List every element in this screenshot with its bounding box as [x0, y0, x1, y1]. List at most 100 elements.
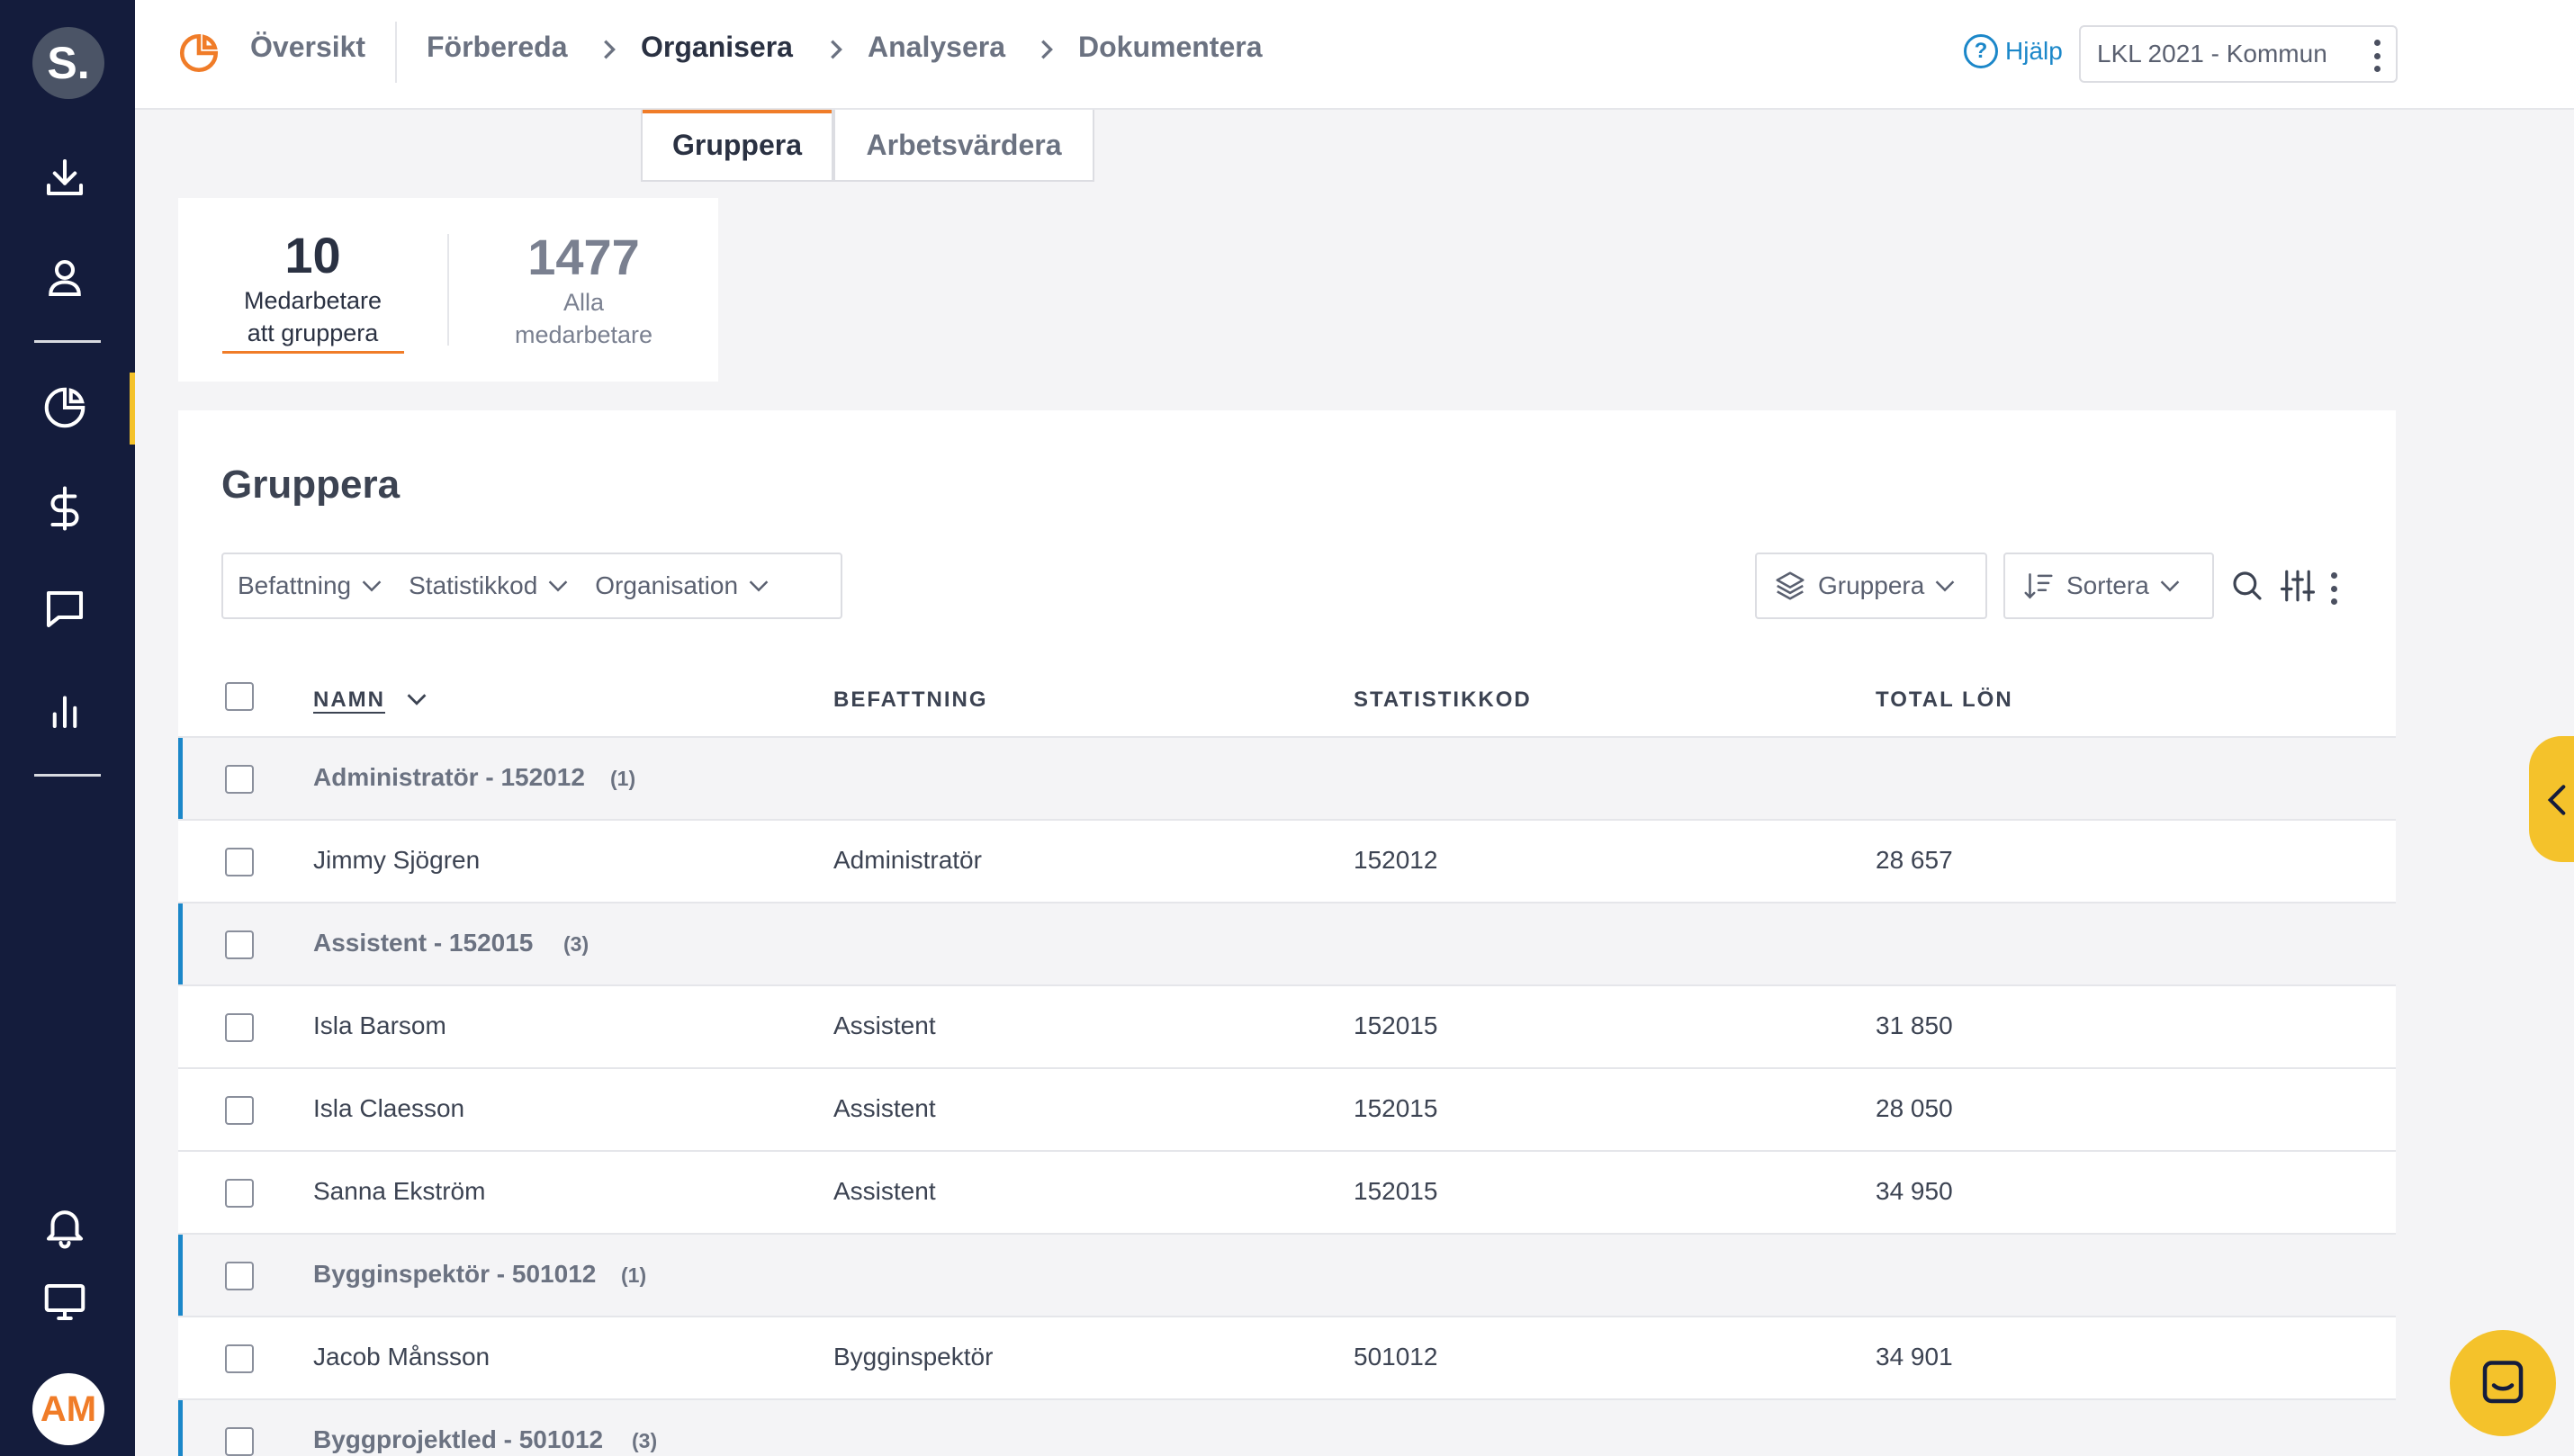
nav-analysera[interactable]: Analysera — [868, 31, 1005, 64]
row-checkbox[interactable] — [225, 848, 254, 876]
row-checkbox[interactable] — [225, 1344, 254, 1373]
group-count: (1) — [610, 767, 636, 790]
bell-icon[interactable] — [40, 1202, 89, 1251]
group-row[interactable]: Byggprojektled - 501012 (3) — [178, 1398, 2396, 1456]
table-header: NAMN BEFATTNING STATISTIKKOD TOTAL LÖN — [178, 664, 2396, 736]
cell-statistikkod: 501012 — [1354, 1343, 1438, 1371]
table-row[interactable]: Jimmy Sjögren Administratör 152012 28 65… — [178, 819, 2396, 902]
group-label: Assistent - 152015 — [313, 929, 534, 957]
search-icon[interactable] — [2228, 567, 2266, 605]
stat-to-group[interactable]: 10 Medarbetare att gruppera — [178, 198, 447, 382]
chevron-right-icon — [831, 40, 842, 59]
nav-dokumentera[interactable]: Dokumentera — [1078, 31, 1263, 64]
dataset-selector[interactable]: LKL 2021 - Kommun — [2079, 25, 2398, 83]
group-count: (1) — [621, 1263, 647, 1287]
table-row[interactable]: Sanna Ekström Assistent 152015 34 950 — [178, 1150, 2396, 1233]
cell-name: Sanna Ekström — [313, 1177, 486, 1205]
side-panel-toggle[interactable] — [2529, 736, 2574, 862]
nav-oversikt[interactable]: Översikt — [250, 31, 365, 64]
nav-forbereda[interactable]: Förbereda — [427, 31, 567, 64]
cell-total-lon: 28 657 — [1876, 846, 1953, 874]
filter-label: Befattning — [238, 571, 352, 599]
cell-befattning: Assistent — [833, 1094, 936, 1122]
chevron-down-icon[interactable] — [407, 693, 427, 706]
monitor-icon[interactable] — [40, 1278, 89, 1326]
more-vertical-icon[interactable] — [2374, 40, 2381, 72]
top-navigation: Översikt Förbereda Organisera Analysera … — [135, 0, 2574, 110]
user-icon[interactable] — [40, 254, 89, 302]
chat-launcher[interactable] — [2450, 1330, 2556, 1436]
chevron-down-icon — [749, 580, 769, 592]
cell-total-lon: 34 950 — [1876, 1177, 1953, 1205]
cell-befattning: Bygginspektör — [833, 1343, 994, 1371]
sidebar-divider — [34, 774, 101, 777]
chat-icon[interactable] — [40, 585, 89, 634]
nav-organisera[interactable]: Organisera — [641, 31, 793, 64]
stats-panel: 10 Medarbetare att gruppera 1477 Alla me… — [178, 198, 718, 382]
group-label: Administratör - 152012 — [313, 763, 585, 791]
download-icon[interactable] — [40, 153, 89, 202]
cell-befattning: Administratör — [833, 846, 982, 874]
sidebar-divider — [34, 340, 101, 343]
row-checkbox[interactable] — [225, 1013, 254, 1042]
chevron-right-icon — [604, 40, 616, 59]
filter-organisation[interactable]: Organisation — [595, 571, 769, 600]
row-checkbox[interactable] — [225, 765, 254, 794]
sort-button-label: Sortera — [2066, 571, 2149, 599]
group-row[interactable]: Assistent - 152015 (3) — [178, 902, 2396, 984]
row-checkbox[interactable] — [225, 930, 254, 959]
filter-statistikkod[interactable]: Statistikkod — [409, 571, 568, 600]
avatar[interactable]: AM — [32, 1373, 104, 1445]
cell-statistikkod: 152015 — [1354, 1094, 1438, 1122]
pie-chart-icon[interactable] — [40, 383, 89, 432]
column-header-statistikkod[interactable]: STATISTIKKOD — [1354, 688, 1532, 713]
cell-total-lon: 31 850 — [1876, 1011, 1953, 1039]
table-row[interactable]: Jacob Månsson Bygginspektör 501012 34 90… — [178, 1316, 2396, 1398]
more-vertical-icon[interactable] — [2331, 572, 2338, 605]
table-row[interactable]: Isla Claesson Assistent 152015 28 050 — [178, 1067, 2396, 1150]
filter-befattning[interactable]: Befattning — [238, 571, 382, 600]
grouping-card: Gruppera Befattning Statistikkod Organis… — [178, 410, 2396, 1456]
column-header-befattning[interactable]: BEFATTNING — [833, 688, 988, 713]
stat-all-employees[interactable]: 1477 Alla medarbetare — [449, 198, 718, 382]
stat-label: att gruppera — [247, 319, 379, 346]
dollar-icon[interactable] — [40, 484, 89, 533]
group-row[interactable]: Bygginspektör - 501012 (1) — [178, 1233, 2396, 1316]
cell-total-lon: 34 901 — [1876, 1343, 1953, 1371]
row-checkbox[interactable] — [225, 1262, 254, 1290]
group-button[interactable]: Gruppera — [1755, 553, 1987, 619]
group-row[interactable]: Administratör - 152012 (1) — [178, 736, 2396, 819]
sliders-icon[interactable] — [2279, 567, 2317, 605]
cell-statistikkod: 152012 — [1354, 846, 1438, 874]
pie-chart-icon — [179, 33, 219, 73]
help-link[interactable]: ? Hjälp — [1964, 34, 2063, 68]
bar-chart-icon[interactable] — [40, 686, 89, 734]
tab-arbetsvardera[interactable]: Arbetsvärdera — [833, 110, 1094, 182]
row-checkbox[interactable] — [225, 1427, 254, 1456]
group-label: Bygginspektör - 501012 — [313, 1260, 597, 1288]
chevron-right-icon — [1041, 40, 1053, 59]
app-logo[interactable]: S. — [32, 27, 104, 99]
row-checkbox[interactable] — [225, 1096, 254, 1125]
stat-label: medarbetare — [514, 321, 653, 348]
dataset-selector-value: LKL 2021 - Kommun — [2097, 40, 2327, 67]
cell-statistikkod: 152015 — [1354, 1177, 1438, 1205]
filter-label: Statistikkod — [409, 571, 538, 599]
chevron-left-icon — [2547, 785, 2566, 815]
sort-button[interactable]: Sortera — [2003, 553, 2214, 619]
row-checkbox[interactable] — [225, 1179, 254, 1208]
stat-value: 1477 — [527, 229, 640, 285]
select-all-checkbox[interactable] — [225, 682, 254, 711]
cell-befattning: Assistent — [833, 1011, 936, 1039]
column-header-total-lon[interactable]: TOTAL LÖN — [1876, 688, 2013, 713]
chevron-down-icon — [1935, 580, 1955, 592]
cell-total-lon: 28 050 — [1876, 1094, 1953, 1122]
sidebar-active-indicator — [130, 373, 135, 445]
stat-label: Alla — [562, 289, 605, 316]
help-label: Hjälp — [2005, 37, 2063, 65]
column-header-namn[interactable]: NAMN — [313, 688, 385, 713]
filter-bar: Befattning Statistikkod Organisation — [221, 553, 842, 619]
chevron-down-icon — [2160, 580, 2180, 592]
table-row[interactable]: Isla Barsom Assistent 152015 31 850 — [178, 984, 2396, 1067]
tab-gruppera[interactable]: Gruppera — [641, 110, 833, 182]
